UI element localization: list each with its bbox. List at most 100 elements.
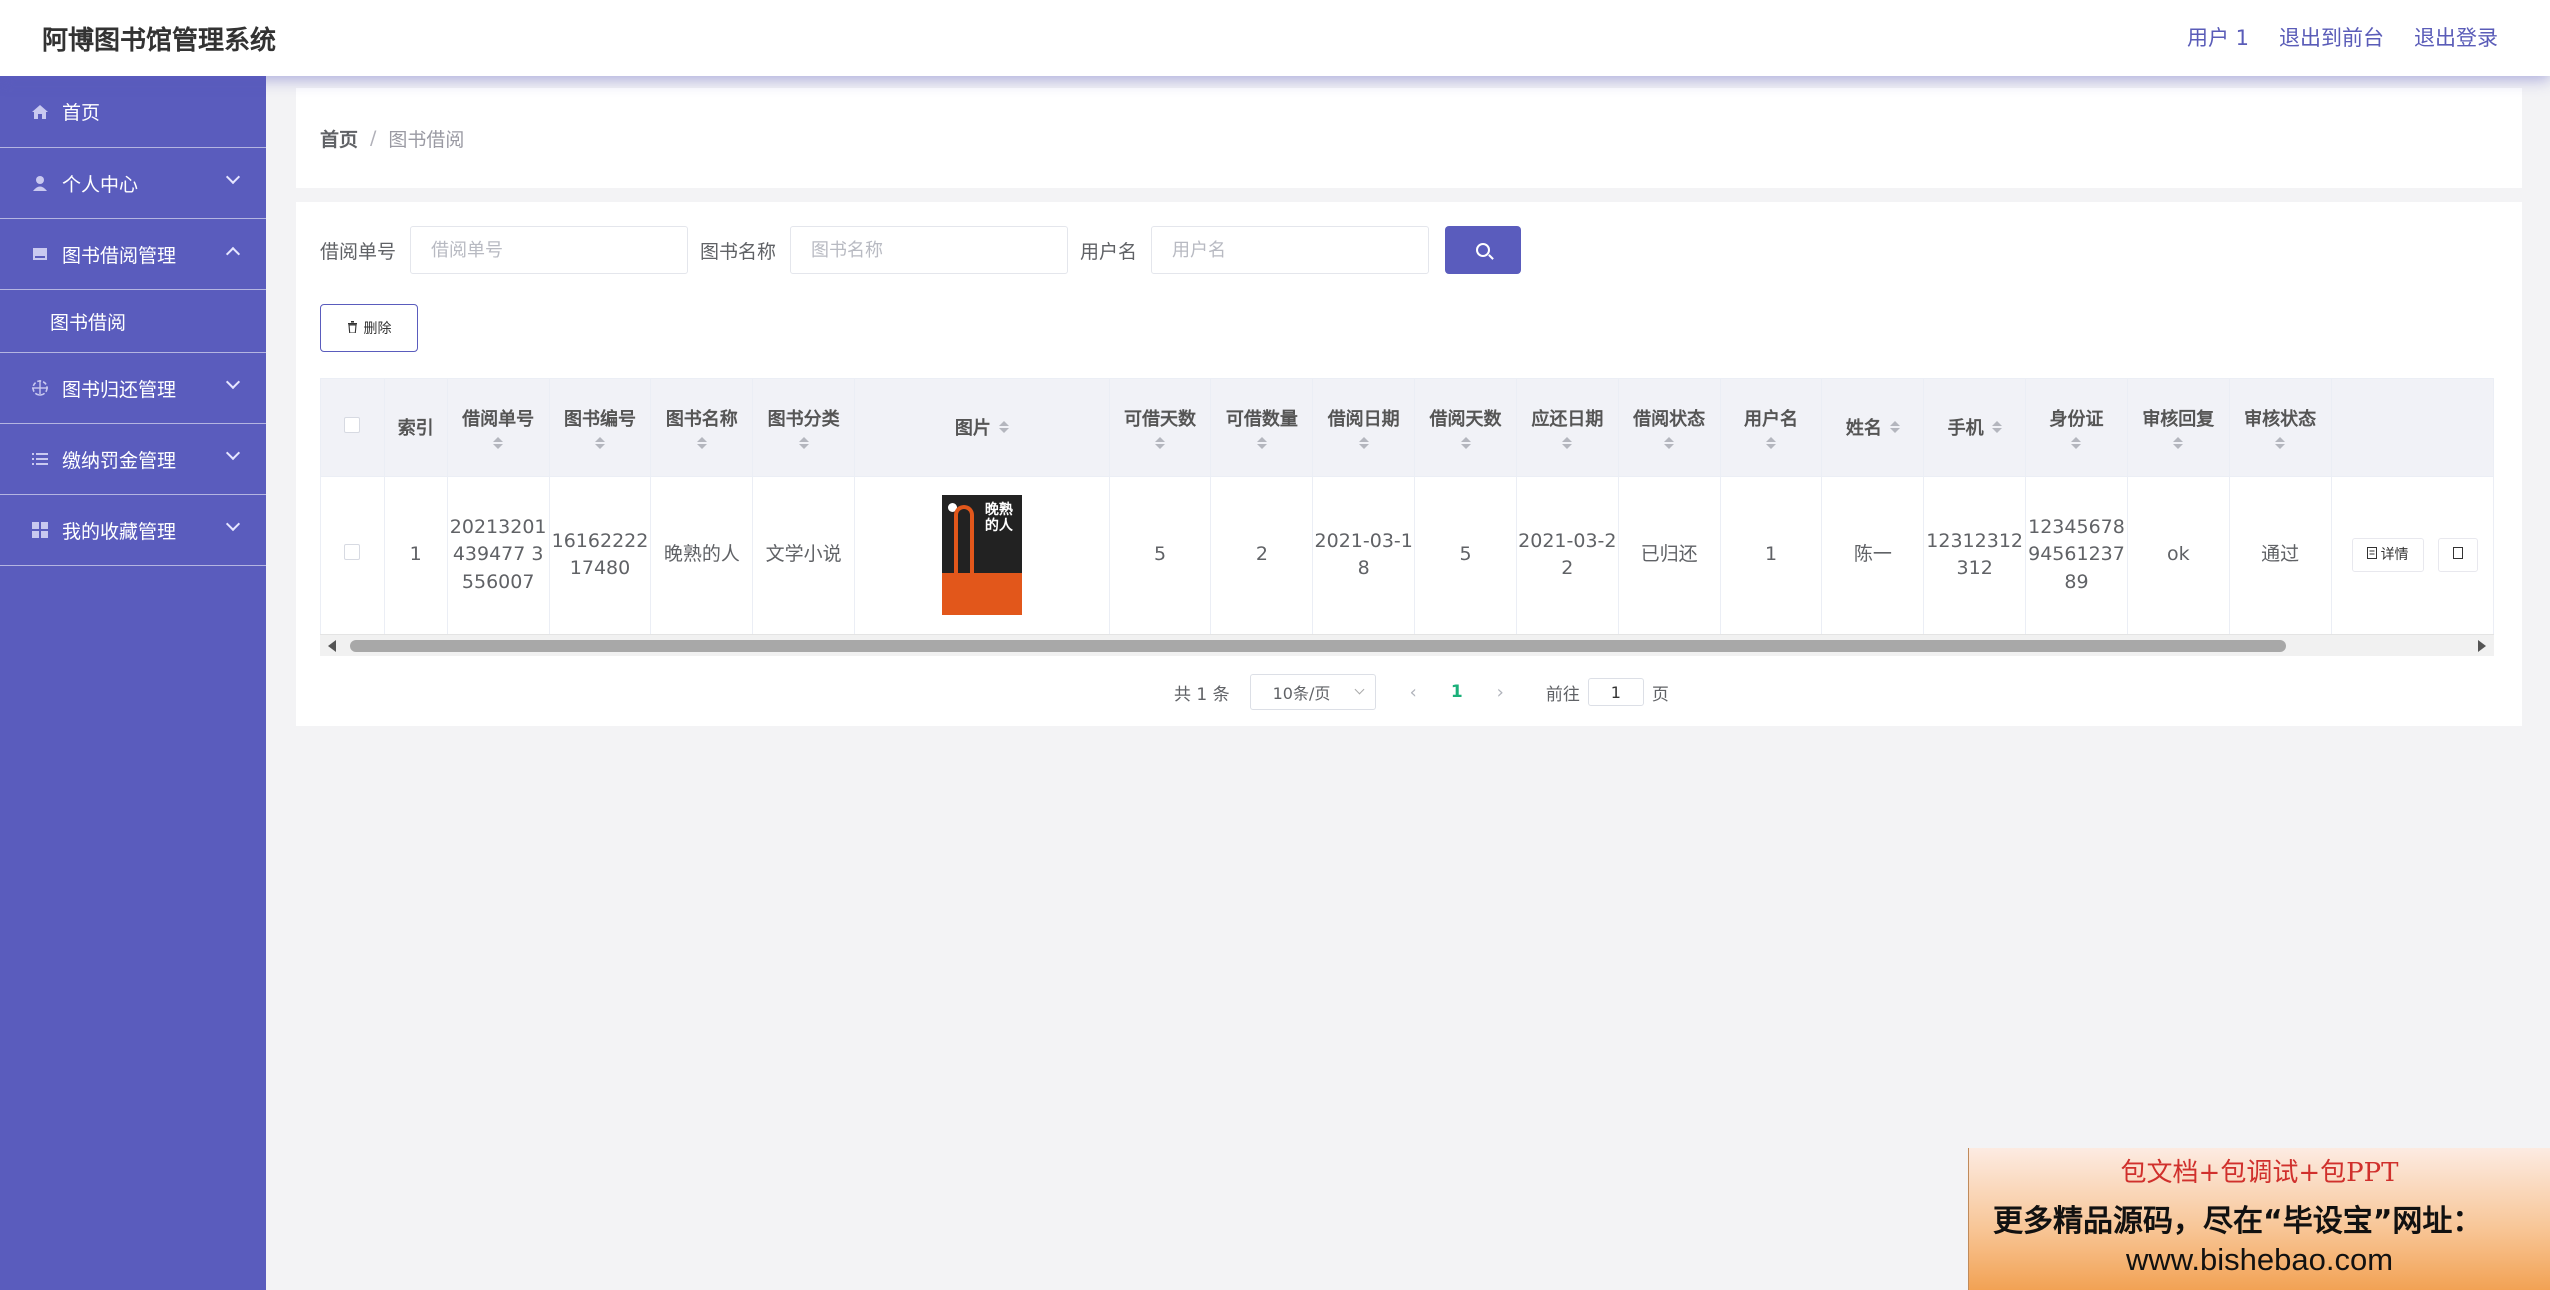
prev-page-icon[interactable]: ‹	[1410, 682, 1417, 703]
horizontal-scrollbar[interactable]	[320, 634, 2494, 656]
col-audit-status[interactable]: 审核状态	[2229, 379, 2332, 477]
row-select-cell[interactable]	[321, 476, 385, 634]
row-checkbox[interactable]	[344, 544, 361, 561]
table-row: 1 20213201439477 3556007 1616222217480 晚…	[321, 476, 2493, 634]
sort-icon[interactable]	[1460, 437, 1471, 450]
search-button[interactable]	[1445, 226, 1522, 274]
col-due-date[interactable]: 应还日期	[1516, 379, 1619, 477]
cell-status: 已归还	[1618, 476, 1721, 634]
sort-icon[interactable]	[594, 437, 605, 450]
cell-audit-reply: ok	[2127, 476, 2230, 634]
sidebar-item-borrow-management[interactable]: 图书借阅管理	[0, 219, 266, 290]
sort-icon[interactable]	[1358, 437, 1369, 450]
col-borrow-no[interactable]: 借阅单号	[447, 379, 550, 477]
cell-borrow-days: 5	[1414, 476, 1517, 634]
col-book-name[interactable]: 图书名称	[650, 379, 754, 477]
sort-icon[interactable]	[1155, 437, 1166, 450]
breadcrumb-home-link[interactable]: 首页	[320, 125, 358, 152]
page-size-select[interactable]: 10条/页	[1249, 674, 1376, 710]
sidebar-item-label: 个人中心	[62, 173, 139, 196]
select-all-cell[interactable]	[321, 379, 385, 477]
col-borrow-days[interactable]: 借阅天数	[1414, 379, 1517, 477]
total-count: 共 1 条	[1174, 684, 1230, 705]
sidebar-item-return-management[interactable]: 图书归还管理	[0, 353, 266, 424]
book-name-input[interactable]	[790, 226, 1069, 274]
goto-label: 前往	[1545, 684, 1580, 705]
sidebar-item-label: 图书归还管理	[62, 378, 177, 401]
col-label: 借阅单号	[462, 409, 535, 431]
sidebar-item-label: 缴纳罚金管理	[62, 449, 177, 472]
sort-icon[interactable]	[998, 421, 1009, 434]
cell-category: 文学小说	[752, 476, 856, 634]
col-index: 索引	[384, 379, 448, 477]
col-phone[interactable]: 手机	[1923, 379, 2027, 477]
sort-icon[interactable]	[696, 437, 707, 450]
sidebar-item-label: 首页	[62, 102, 101, 124]
col-label: 应还日期	[1531, 409, 1604, 431]
scroll-left-arrow-icon[interactable]	[328, 640, 336, 652]
logout-link[interactable]: 退出登录	[2414, 22, 2498, 52]
next-page-icon[interactable]: ›	[1497, 682, 1504, 703]
exit-to-front-link[interactable]: 退出到前台	[2279, 22, 2384, 52]
book-cover-image: 晚熟的人	[941, 495, 1022, 616]
sidebar-subitem-borrow[interactable]: 图书借阅	[0, 290, 266, 353]
col-status[interactable]: 借阅状态	[1618, 379, 1721, 477]
sort-icon[interactable]	[1889, 421, 1900, 434]
sort-icon[interactable]	[2173, 437, 2184, 450]
col-category[interactable]: 图书分类	[752, 379, 856, 477]
scrollbar-thumb[interactable]	[350, 640, 2286, 652]
col-username[interactable]: 用户名	[1720, 379, 1823, 477]
sort-icon[interactable]	[798, 437, 809, 450]
sort-icon[interactable]	[2275, 437, 2286, 450]
sidebar: 首页 个人中心 图书借阅管理 图书借阅 图书归还管理 缴纳罚金管理 我的收藏管理	[0, 76, 266, 1290]
col-label: 姓名	[1845, 418, 1882, 440]
cell-operations: 详情	[2331, 476, 2493, 634]
page-number-current[interactable]: 1	[1451, 682, 1463, 702]
sort-icon[interactable]	[1562, 437, 1573, 450]
detail-button[interactable]: 详情	[2351, 538, 2424, 573]
goto-page-input[interactable]	[1587, 678, 1644, 706]
select-all-checkbox[interactable]	[344, 416, 361, 433]
col-label: 身份证	[2049, 409, 2104, 431]
sort-icon[interactable]	[493, 437, 504, 450]
header-links: 用户 1 退出到前台 退出登录	[2187, 22, 2498, 52]
sidebar-item-label: 图书借阅管理	[62, 244, 177, 267]
edit-button[interactable]	[2437, 538, 2478, 573]
sort-icon[interactable]	[2071, 437, 2082, 450]
book-icon	[30, 244, 50, 264]
col-days[interactable]: 可借天数	[1109, 379, 1212, 477]
borrow-table: 索引 借阅单号 图书编号 图书名称 图书分类 图片 可借天数 可借数量 借阅日期…	[320, 378, 2494, 656]
breadcrumb-current: 图书借阅	[388, 128, 465, 151]
current-user-link[interactable]: 用户 1	[2187, 22, 2249, 52]
user-icon	[30, 173, 50, 193]
document-icon	[2452, 545, 2463, 565]
sidebar-item-favorites-management[interactable]: 我的收藏管理	[0, 495, 266, 566]
trash-icon	[347, 320, 358, 336]
col-audit-reply[interactable]: 审核回复	[2127, 379, 2230, 477]
scroll-right-arrow-icon[interactable]	[2478, 640, 2486, 652]
sort-icon[interactable]	[1766, 437, 1776, 450]
sidebar-item-personal-center[interactable]: 个人中心	[0, 148, 266, 219]
col-qty[interactable]: 可借数量	[1210, 379, 1314, 477]
sort-icon[interactable]	[1256, 437, 1267, 450]
page-size-value: 10条/页	[1272, 684, 1331, 703]
col-book-no[interactable]: 图书编号	[549, 379, 652, 477]
col-id-card[interactable]: 身份证	[2025, 379, 2128, 477]
borrow-no-label: 借阅单号	[320, 240, 397, 263]
col-borrow-date[interactable]: 借阅日期	[1312, 379, 1416, 477]
cell-borrow-no: 20213201439477 3556007	[447, 476, 550, 634]
col-image[interactable]: 图片	[854, 379, 1110, 477]
col-label: 图书名称	[665, 409, 738, 431]
table-header-row: 索引 借阅单号 图书编号 图书名称 图书分类 图片 可借天数 可借数量 借阅日期…	[321, 379, 2493, 477]
sidebar-item-home[interactable]: 首页	[0, 76, 266, 148]
sort-icon[interactable]	[1664, 437, 1675, 450]
cell-qty: 2	[1210, 476, 1314, 634]
grid-icon	[30, 520, 50, 540]
sort-icon[interactable]	[1991, 421, 2002, 434]
delete-button[interactable]: 删除	[320, 304, 418, 352]
chevron-down-icon	[225, 516, 241, 532]
sidebar-item-fine-management[interactable]: 缴纳罚金管理	[0, 424, 266, 495]
col-name[interactable]: 姓名	[1821, 379, 1925, 477]
username-input[interactable]	[1151, 226, 1430, 274]
borrow-no-input[interactable]	[410, 226, 689, 274]
